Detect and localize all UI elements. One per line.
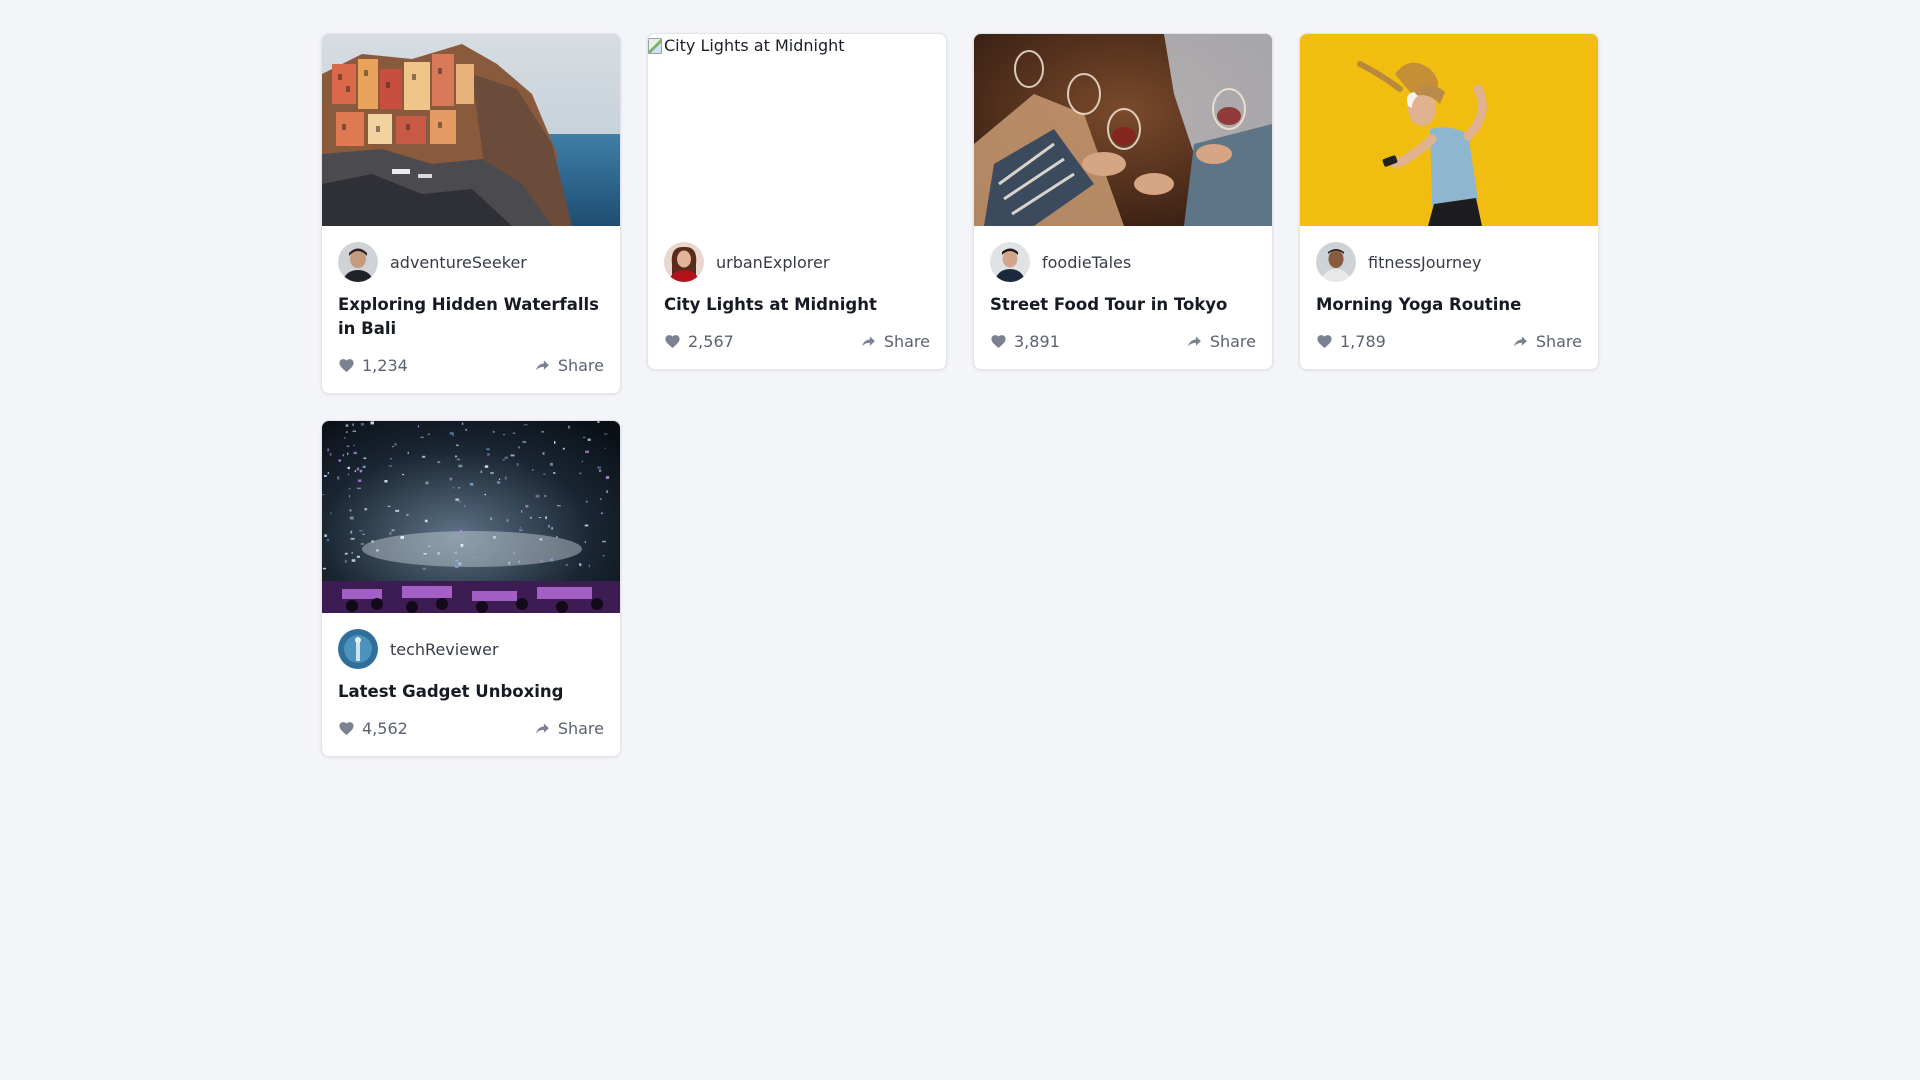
post-title[interactable]: Morning Yoga Routine — [1316, 293, 1582, 317]
post-author[interactable]: adventureSeeker — [338, 242, 604, 282]
like-count: 3,891 — [1014, 332, 1060, 351]
username[interactable]: adventureSeeker — [390, 253, 527, 272]
post-image[interactable] — [322, 421, 620, 613]
share-label: Share — [883, 332, 930, 351]
like-button[interactable]: 3,891 — [990, 332, 1060, 351]
like-count: 1,234 — [362, 356, 408, 375]
post-card[interactable]: foodieTales Street Food Tour in Tokyo 3,… — [973, 33, 1273, 370]
share-label: Share — [557, 719, 604, 738]
share-button[interactable]: Share — [1512, 332, 1582, 351]
image-alt-text: City Lights at Midnight — [664, 36, 845, 55]
post-image[interactable]: City Lights at Midnight — [648, 34, 946, 226]
heart-icon — [338, 357, 355, 374]
heart-icon — [990, 333, 1007, 350]
share-button[interactable]: Share — [534, 719, 604, 738]
like-button[interactable]: 4,562 — [338, 719, 408, 738]
post-image[interactable] — [974, 34, 1272, 226]
post-card[interactable]: adventureSeeker Exploring Hidden Waterfa… — [321, 33, 621, 394]
like-button[interactable]: 2,567 — [664, 332, 734, 351]
avatar[interactable] — [664, 242, 704, 282]
post-author[interactable]: fitnessJourney — [1316, 242, 1582, 282]
post-title[interactable]: Street Food Tour in Tokyo — [990, 293, 1256, 317]
username[interactable]: foodieTales — [1042, 253, 1131, 272]
heart-icon — [338, 720, 355, 737]
post-title[interactable]: Exploring Hidden Waterfalls in Bali — [338, 293, 604, 341]
heart-icon — [664, 333, 681, 350]
post-title[interactable]: Latest Gadget Unboxing — [338, 680, 604, 704]
share-icon — [1186, 333, 1203, 350]
heart-icon — [1316, 333, 1333, 350]
like-button[interactable]: 1,234 — [338, 356, 408, 375]
post-author[interactable]: techReviewer — [338, 629, 604, 669]
avatar[interactable] — [990, 242, 1030, 282]
post-card[interactable]: City Lights at Midnight urbanExplorer Ci… — [647, 33, 947, 370]
post-title[interactable]: City Lights at Midnight — [664, 293, 930, 317]
post-image[interactable] — [322, 34, 620, 226]
like-count: 2,567 — [688, 332, 734, 351]
username[interactable]: urbanExplorer — [716, 253, 829, 272]
like-count: 4,562 — [362, 719, 408, 738]
share-icon — [1512, 333, 1529, 350]
avatar[interactable] — [338, 242, 378, 282]
post-card[interactable]: fitnessJourney Morning Yoga Routine 1,78… — [1299, 33, 1599, 370]
share-button[interactable]: Share — [860, 332, 930, 351]
share-icon — [534, 720, 551, 737]
share-label: Share — [1535, 332, 1582, 351]
share-button[interactable]: Share — [534, 356, 604, 375]
avatar[interactable] — [1316, 242, 1356, 282]
avatar[interactable] — [338, 629, 378, 669]
share-button[interactable]: Share — [1186, 332, 1256, 351]
post-author[interactable]: foodieTales — [990, 242, 1256, 282]
share-label: Share — [1209, 332, 1256, 351]
broken-image-icon — [648, 37, 662, 54]
like-button[interactable]: 1,789 — [1316, 332, 1386, 351]
broken-image-alt-text: City Lights at Midnight — [648, 36, 845, 55]
post-grid: adventureSeeker Exploring Hidden Waterfa… — [321, 33, 1601, 757]
post-image[interactable] — [1300, 34, 1598, 226]
post-author[interactable]: urbanExplorer — [664, 242, 930, 282]
post-card[interactable]: techReviewer Latest Gadget Unboxing 4,56… — [321, 420, 621, 757]
username[interactable]: fitnessJourney — [1368, 253, 1481, 272]
share-icon — [534, 357, 551, 374]
like-count: 1,789 — [1340, 332, 1386, 351]
username[interactable]: techReviewer — [390, 640, 499, 659]
share-icon — [860, 333, 877, 350]
share-label: Share — [557, 356, 604, 375]
